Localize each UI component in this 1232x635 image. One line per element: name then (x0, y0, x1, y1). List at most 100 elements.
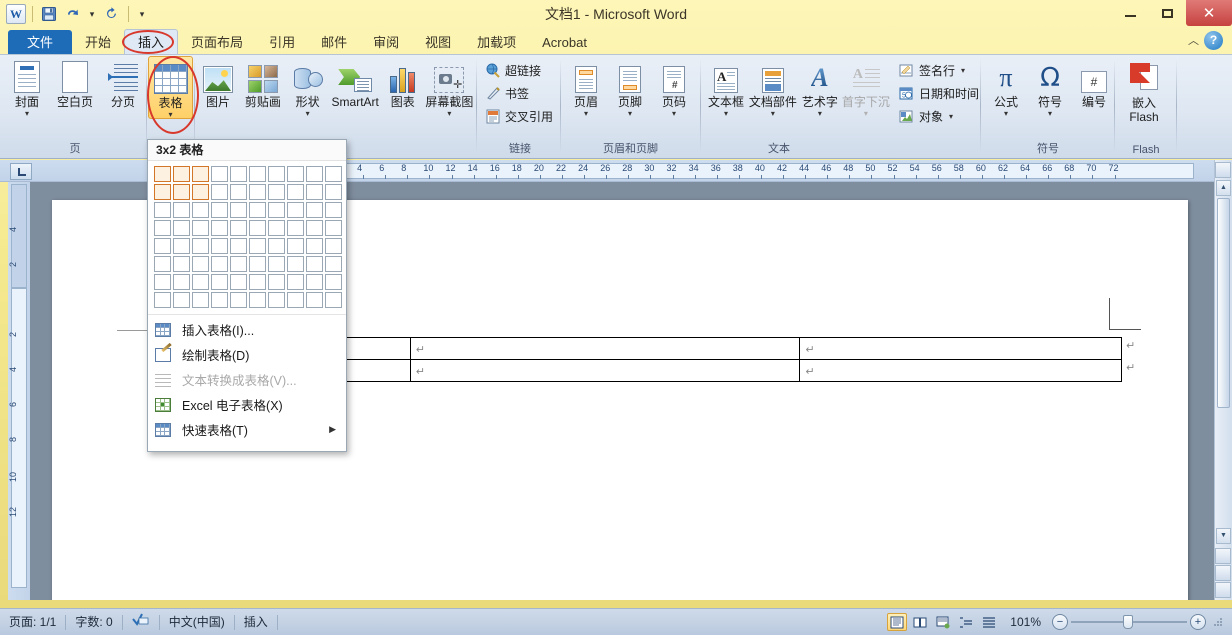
page-break-button[interactable]: 分页 (100, 56, 146, 109)
grid-cell-5x8[interactable] (230, 292, 247, 308)
grid-cell-10x4[interactable] (325, 220, 342, 236)
text-box-button[interactable]: A 文本框 ▾ (704, 56, 748, 118)
grid-cell-7x6[interactable] (268, 256, 285, 272)
bookmark-button[interactable]: 书签 (482, 83, 556, 104)
grid-cell-8x5[interactable] (287, 238, 304, 254)
spell-check-icon[interactable] (123, 613, 159, 632)
shapes-button[interactable]: 形状 ▾ (286, 56, 330, 118)
print-layout-view-button[interactable] (887, 613, 908, 631)
zoom-slider[interactable] (1071, 613, 1187, 631)
grid-cell-2x7[interactable] (173, 274, 190, 290)
grid-cell-10x3[interactable] (325, 202, 342, 218)
grid-cell-5x3[interactable] (230, 202, 247, 218)
wordart-button[interactable]: A 艺术字 ▾ (798, 56, 842, 118)
cover-page-button[interactable]: 封面 ▾ (4, 56, 50, 118)
grid-cell-7x1[interactable] (268, 166, 285, 182)
grid-cell-8x8[interactable] (287, 292, 304, 308)
vertical-scrollbar[interactable]: ▲ ▼ (1214, 160, 1232, 600)
grid-cell-10x1[interactable] (325, 166, 342, 182)
tab-file[interactable]: 文件 (8, 30, 73, 55)
grid-cell-2x3[interactable] (173, 202, 190, 218)
scroll-down-button[interactable]: ▼ (1216, 528, 1231, 544)
smartart-button[interactable]: SmartArt (330, 56, 381, 109)
menu-item-draw-table[interactable]: 绘制表格(D) (148, 342, 346, 367)
grid-cell-9x1[interactable] (306, 166, 323, 182)
grid-cell-6x6[interactable] (249, 256, 266, 272)
grid-cell-6x2[interactable] (249, 184, 266, 200)
next-page-button[interactable] (1215, 582, 1231, 598)
grid-cell-1x5[interactable] (154, 238, 171, 254)
grid-cell-3x1[interactable] (192, 166, 209, 182)
screenshot-dropdown-icon[interactable]: ▾ (447, 110, 451, 118)
grid-cell-9x8[interactable] (306, 292, 323, 308)
status-language[interactable]: 中文(中国) (160, 613, 234, 632)
grid-cell-2x8[interactable] (173, 292, 190, 308)
table-cell[interactable]: ↵ (409, 359, 801, 382)
header-dropdown-icon[interactable]: ▾ (584, 110, 588, 118)
chart-button[interactable]: 图表 (381, 56, 425, 109)
menu-item-insert-table[interactable]: 插入表格(I)... (148, 317, 346, 342)
grid-cell-8x2[interactable] (287, 184, 304, 200)
grid-cell-8x7[interactable] (287, 274, 304, 290)
resize-grip-icon[interactable] (1211, 615, 1225, 629)
grid-cell-9x4[interactable] (306, 220, 323, 236)
grid-cell-3x6[interactable] (192, 256, 209, 272)
grid-cell-3x7[interactable] (192, 274, 209, 290)
wordart-dropdown-icon[interactable]: ▾ (818, 110, 822, 118)
grid-cell-4x5[interactable] (211, 238, 228, 254)
grid-cell-3x5[interactable] (192, 238, 209, 254)
grid-cell-1x6[interactable] (154, 256, 171, 272)
grid-cell-1x8[interactable] (154, 292, 171, 308)
grid-cell-7x4[interactable] (268, 220, 285, 236)
grid-cell-9x6[interactable] (306, 256, 323, 272)
cover-page-dropdown-icon[interactable]: ▾ (25, 110, 29, 118)
tab-mailings[interactable]: 邮件 (308, 31, 360, 55)
grid-cell-7x5[interactable] (268, 238, 285, 254)
equation-button[interactable]: π 公式 ▾ (984, 56, 1028, 118)
scroll-split-handle[interactable] (1215, 162, 1231, 178)
grid-cell-4x8[interactable] (211, 292, 228, 308)
table-cell[interactable]: ↵ (799, 337, 1122, 360)
grid-cell-4x4[interactable] (211, 220, 228, 236)
footer-button[interactable]: 页脚 ▾ (608, 56, 652, 118)
grid-cell-5x5[interactable] (230, 238, 247, 254)
select-browse-object-button[interactable] (1215, 565, 1231, 581)
grid-cell-5x7[interactable] (230, 274, 247, 290)
zoom-level[interactable]: 101% (1002, 615, 1049, 629)
grid-cell-9x5[interactable] (306, 238, 323, 254)
signature-line-button[interactable]: 签名行 ▾ (896, 60, 982, 81)
cross-reference-button[interactable]: 交叉引用 (482, 106, 556, 127)
equation-dropdown-icon[interactable]: ▾ (1004, 110, 1008, 118)
object-button[interactable]: 对象 ▾ (896, 106, 982, 127)
table-size-grid[interactable] (153, 165, 342, 309)
grid-cell-2x6[interactable] (173, 256, 190, 272)
quick-parts-button[interactable]: 文档部件 ▾ (748, 56, 798, 118)
table-dropdown-icon[interactable]: ▾ (168, 111, 172, 119)
table-cell[interactable]: ↵ (799, 359, 1122, 382)
number-button[interactable]: # 编号 (1072, 56, 1116, 109)
page-number-button[interactable]: # 页码 ▾ (652, 56, 696, 118)
symbol-dropdown-icon[interactable]: ▾ (1048, 110, 1052, 118)
grid-cell-9x3[interactable] (306, 202, 323, 218)
grid-cell-6x5[interactable] (249, 238, 266, 254)
grid-cell-1x7[interactable] (154, 274, 171, 290)
close-button[interactable]: ✕ (1186, 0, 1232, 26)
grid-cell-5x1[interactable] (230, 166, 247, 182)
grid-cell-1x1[interactable] (154, 166, 171, 182)
grid-cell-2x5[interactable] (173, 238, 190, 254)
grid-cell-8x3[interactable] (287, 202, 304, 218)
scroll-thumb[interactable] (1217, 198, 1230, 408)
tab-review[interactable]: 审阅 (360, 31, 412, 55)
tab-insert[interactable]: 插入 (124, 29, 179, 55)
tab-acrobat[interactable]: Acrobat (529, 31, 600, 55)
zoom-slider-knob[interactable] (1123, 615, 1133, 629)
date-time-button[interactable]: 5 日期和时间 (896, 83, 982, 104)
grid-cell-4x1[interactable] (211, 166, 228, 182)
object-dropdown-icon[interactable]: ▾ (949, 112, 953, 121)
grid-cell-6x3[interactable] (249, 202, 266, 218)
full-screen-reading-view-button[interactable] (910, 613, 930, 631)
vertical-ruler[interactable]: 4 2 2 4 6 8 10 12 (8, 182, 30, 600)
zoom-in-button[interactable]: + (1190, 614, 1206, 630)
previous-page-button[interactable] (1215, 548, 1231, 564)
grid-cell-10x2[interactable] (325, 184, 342, 200)
